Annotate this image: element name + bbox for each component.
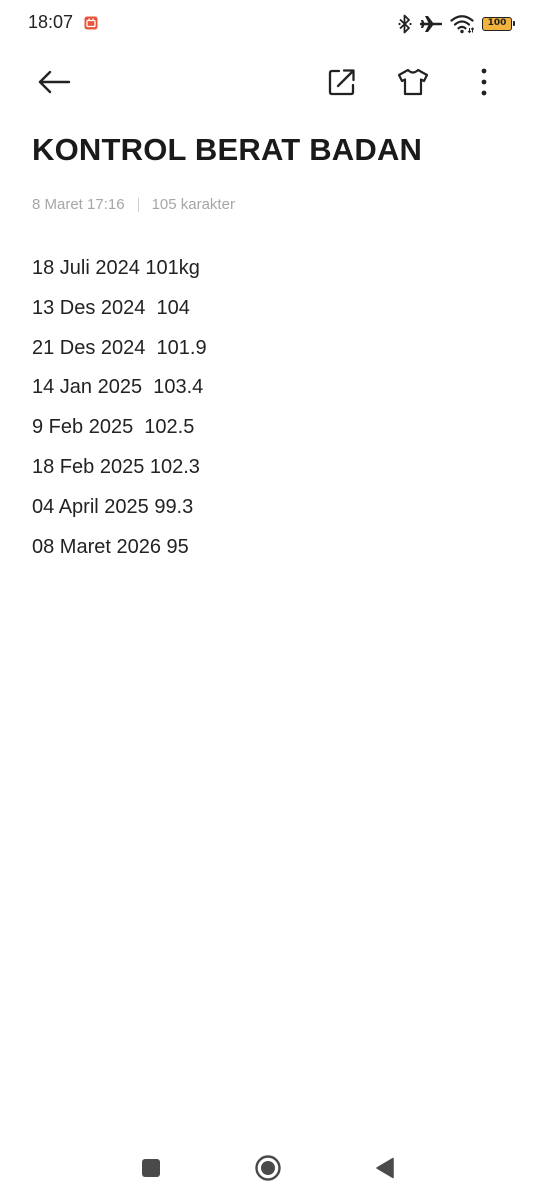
status-time: 18:07 bbox=[28, 12, 74, 32]
back-triangle-icon bbox=[375, 1157, 395, 1184]
back-button[interactable] bbox=[32, 62, 76, 106]
notification-app-icon bbox=[84, 16, 98, 30]
recents-button[interactable] bbox=[129, 1148, 173, 1192]
note-line: 18 Feb 2025 102.3 bbox=[32, 455, 200, 478]
note-line: 04 April 2025 99.3 bbox=[32, 495, 194, 518]
note-line: 21 Des 2024 101.9 bbox=[32, 336, 207, 359]
status-icons: 100 bbox=[398, 13, 515, 35]
more-options-button[interactable] bbox=[462, 62, 506, 106]
wifi-icon bbox=[450, 14, 474, 34]
status-bar: 18:07 100 bbox=[0, 0, 540, 48]
airplane-mode-icon bbox=[420, 14, 442, 34]
battery-icon: 100 bbox=[482, 17, 515, 31]
share-button[interactable] bbox=[320, 62, 364, 106]
note-date: 8 Maret 17:16 bbox=[32, 196, 125, 213]
note-line: 18 Juli 2024 101kg bbox=[32, 257, 200, 279]
theme-button[interactable] bbox=[391, 62, 435, 106]
system-nav-bar bbox=[0, 1140, 540, 1200]
theme-shirt-icon bbox=[397, 67, 429, 102]
home-button[interactable] bbox=[246, 1148, 290, 1192]
note-body[interactable]: 18 Juli 2024 101kg 13 Des 2024 104 21 De… bbox=[32, 249, 512, 567]
more-vert-icon bbox=[480, 67, 488, 102]
recents-square-icon bbox=[141, 1158, 161, 1183]
back-arrow-icon bbox=[37, 69, 71, 100]
share-icon bbox=[327, 67, 357, 102]
note-meta: 8 Maret 17:16 105 karakter bbox=[32, 196, 235, 213]
battery-level: 100 bbox=[487, 18, 507, 28]
note-line: 14 Jan 2025 103.4 bbox=[32, 376, 204, 399]
note-line: 9 Feb 2025 102.5 bbox=[32, 416, 195, 439]
note-toolbar bbox=[0, 56, 540, 112]
note-line: 13 Des 2024 104 bbox=[32, 296, 190, 319]
note-char-count: 105 karakter bbox=[151, 196, 235, 213]
note-line: 08 Maret 2026 95 bbox=[32, 535, 189, 558]
bluetooth-icon bbox=[398, 14, 412, 34]
home-circle-icon bbox=[254, 1154, 282, 1187]
note-title[interactable]: KONTROL BERAT BADAN bbox=[32, 132, 422, 168]
meta-divider bbox=[137, 197, 139, 212]
nav-back-button[interactable] bbox=[363, 1148, 407, 1192]
